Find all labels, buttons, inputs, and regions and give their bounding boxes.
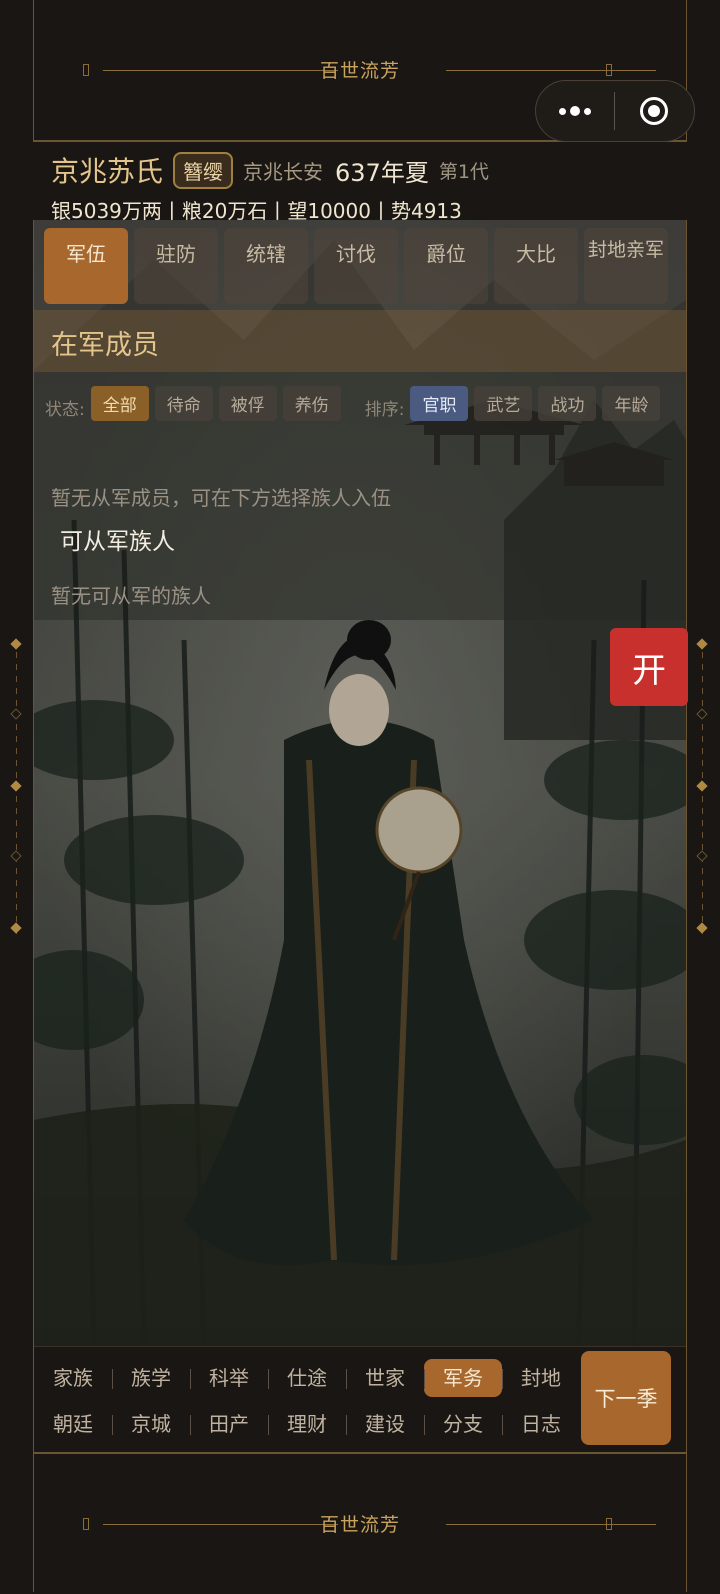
military-tabs: 军伍 驻防 统辖 讨伐 爵位 大比 封地亲军 [44, 228, 668, 304]
status-standby-chip[interactable]: 待命 [154, 386, 213, 421]
sort-label: 排序: [364, 400, 405, 420]
status-all-chip[interactable]: 全部 [90, 386, 149, 421]
nav-branches[interactable]: 分支 [424, 1405, 502, 1443]
empty-available-text: 暂无可从军的族人 [51, 584, 211, 608]
nav-military[interactable]: 军务 [424, 1359, 502, 1397]
clan-location: 京兆长安 [243, 159, 324, 184]
nav-family[interactable]: 家族 [34, 1359, 112, 1397]
nav-court[interactable]: 朝廷 [34, 1405, 112, 1443]
filter-bar: 状态: 全部 待命 被俘 养伤 排序: 官职 武艺 战功 年龄 [45, 386, 675, 429]
nav-log[interactable]: 日志 [502, 1405, 580, 1443]
tab-garrison[interactable]: 驻防 [134, 228, 218, 304]
clan-header: 京兆苏氏 簪缨 京兆长安 637年夏 第1代 银5039万两丨粮20万石丨望10… [33, 142, 687, 223]
miniprogram-capsule [535, 80, 695, 142]
status-label: 状态: [45, 400, 85, 420]
nav-exam[interactable]: 科举 [190, 1359, 268, 1397]
more-dots-icon[interactable] [536, 106, 614, 116]
year-season: 637年夏 [335, 158, 429, 187]
next-season-button[interactable]: 下一季 [581, 1351, 671, 1445]
nav-clan-school[interactable]: 族学 [112, 1359, 190, 1397]
tab-command[interactable]: 统辖 [224, 228, 308, 304]
open-button[interactable]: 开 [610, 628, 688, 706]
available-members-title: 可从军族人 [60, 529, 175, 555]
tab-campaign[interactable]: 讨伐 [314, 228, 398, 304]
bottom-banner: 百世流芳 [33, 1452, 687, 1594]
right-ornament [696, 638, 710, 940]
nav-career[interactable]: 仕途 [268, 1359, 346, 1397]
tab-fief-guard[interactable]: 封地亲军 [584, 228, 668, 304]
nav-fief[interactable]: 封地 [502, 1359, 580, 1397]
clan-name: 京兆苏氏 [51, 155, 164, 188]
tab-competition[interactable]: 大比 [494, 228, 578, 304]
nav-capital[interactable]: 京城 [112, 1405, 190, 1443]
bottom-navigation: 家族 族学 科举 仕途 世家 军务 封地 朝廷 京城 田产 理财 建设 分支 日… [34, 1346, 686, 1451]
generation: 第1代 [438, 160, 489, 183]
tab-nobility[interactable]: 爵位 [404, 228, 488, 304]
main-stage: 军伍 驻防 统辖 讨伐 爵位 大比 封地亲军 在军成员 状态: 全部 待命 被俘… [34, 220, 686, 1346]
sort-office-chip[interactable]: 官职 [410, 386, 469, 421]
empty-members-text: 暂无从军成员，可在下方选择族人入伍 [51, 486, 391, 510]
sort-martial-chip[interactable]: 武艺 [474, 386, 533, 421]
section-title: 在军成员 [51, 330, 159, 361]
nav-noble-houses[interactable]: 世家 [346, 1359, 424, 1397]
rank-badge: 簪缨 [173, 151, 234, 189]
section-header: 在军成员 [34, 310, 686, 372]
left-ornament [10, 638, 24, 940]
nav-construction[interactable]: 建设 [346, 1405, 424, 1443]
status-captured-chip[interactable]: 被俘 [218, 386, 277, 421]
status-injured-chip[interactable]: 养伤 [282, 386, 341, 421]
nav-finance[interactable]: 理财 [268, 1405, 346, 1443]
nav-estates[interactable]: 田产 [190, 1405, 268, 1443]
sort-age-chip[interactable]: 年龄 [602, 386, 661, 421]
target-icon[interactable] [615, 97, 695, 125]
tab-army[interactable]: 军伍 [44, 228, 128, 304]
sort-merit-chip[interactable]: 战功 [538, 386, 597, 421]
